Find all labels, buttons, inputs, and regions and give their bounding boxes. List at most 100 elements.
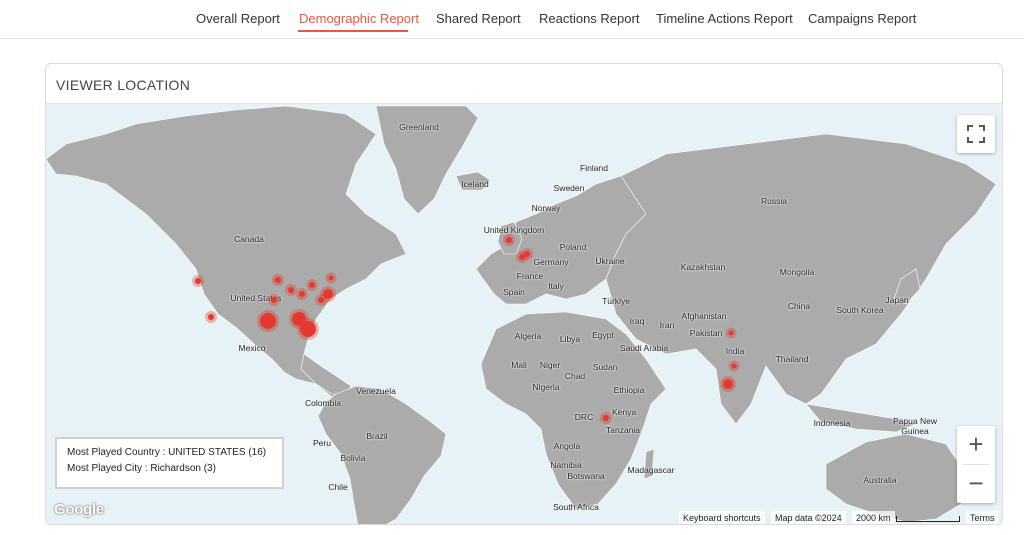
map-label-papua-new-guinea: Papua New Guinea [893, 416, 937, 436]
map-label-iraq: Iraq [629, 316, 645, 326]
map-label-south-korea: South Korea [836, 305, 884, 315]
map-label-indonesia: Indonesia [813, 418, 851, 428]
location-marker[interactable] [318, 297, 324, 303]
most-played-country: Most Played Country : UNITED STATES (16) [67, 447, 267, 458]
map-label-germany: Germany [533, 257, 569, 267]
map-label-south-africa: South Africa [553, 502, 599, 512]
map-label-mali: Mali [511, 360, 527, 370]
map-label-egypt: Egypt [592, 330, 614, 340]
fullscreen-button[interactable] [957, 115, 995, 153]
tab-shared-report[interactable]: Shared Report [436, 11, 521, 26]
asia-shape [605, 133, 997, 425]
map-label-japan: Japan [885, 295, 909, 305]
map-label-tanzania: Tanzania [605, 425, 641, 435]
card-title: VIEWER LOCATION [56, 77, 191, 93]
tab-demographic-report[interactable]: Demographic Report [299, 11, 419, 26]
location-marker[interactable] [299, 291, 305, 297]
map-label-china: China [787, 301, 811, 311]
zoom-controls: + − [957, 426, 995, 503]
map-label-italy: Italy [548, 281, 564, 291]
scale-bar [896, 516, 960, 522]
map-label-madagascar: Madagascar [627, 465, 675, 475]
location-marker[interactable] [275, 277, 281, 283]
location-marker[interactable] [300, 321, 316, 337]
map-label-botswana: Botswana [567, 471, 605, 481]
location-marker[interactable] [524, 251, 530, 257]
location-marker[interactable] [728, 330, 734, 336]
map-label-angola: Angola [553, 441, 581, 451]
location-marker[interactable] [603, 415, 609, 421]
scale-label: 2000 km [852, 511, 895, 524]
play-summary-box: Most Played Country : UNITED STATES (16)… [55, 437, 284, 489]
map-label-ethiopia: Ethiopia [613, 385, 645, 395]
map-label-afghanistan: Afghanistan [681, 311, 727, 321]
location-marker[interactable] [328, 275, 334, 281]
map-label-spain: Spain [503, 287, 525, 297]
map-label-colombia: Colombia [305, 398, 341, 408]
map-label-india: India [725, 346, 745, 356]
map-label-poland: Poland [559, 242, 587, 252]
map-label-sweden: Sweden [553, 183, 585, 193]
map-label-iran: Iran [659, 320, 675, 330]
map-label-pakistan: Pakistan [689, 328, 723, 338]
viewer-location-card: VIEWER LOCATION Greenland Iceland Finlan… [45, 63, 1003, 525]
map-label-sudan: Sudan [592, 362, 618, 372]
report-tabs: Overall Report Demographic Report Shared… [0, 0, 1024, 39]
map-label-iceland: Iceland [461, 179, 489, 189]
location-marker[interactable] [506, 237, 512, 243]
map-label-kenya: Kenya [611, 407, 637, 417]
location-marker[interactable] [260, 313, 276, 329]
card-header: VIEWER LOCATION [46, 64, 1002, 104]
map-label-drc: DRC [574, 412, 594, 422]
map-label-australia: Australia [863, 475, 897, 485]
zoom-in-button[interactable]: + [957, 426, 995, 464]
map-label-chile: Chile [328, 482, 348, 492]
fullscreen-icon [967, 125, 985, 143]
map-label-canada: Canada [234, 234, 264, 244]
map-label-turkiye: Türkiye [602, 296, 630, 306]
location-marker[interactable] [288, 287, 294, 293]
terms-link[interactable]: Terms [966, 511, 999, 524]
world-map[interactable]: Greenland Iceland Finland Sweden Norway … [46, 104, 1002, 524]
map-data-credit: Map data ©2024 [771, 511, 846, 524]
location-marker[interactable] [309, 282, 315, 288]
map-label-peru: Peru [313, 438, 331, 448]
tab-timeline-actions-report[interactable]: Timeline Actions Report [656, 11, 793, 26]
map-label-niger: Niger [539, 360, 561, 370]
location-marker[interactable] [195, 278, 201, 284]
map-label-saudi-arabia: Saudi Arabia [619, 343, 669, 353]
map-label-venezuela: Venezuela [356, 386, 396, 396]
map-label-namibia: Namibia [550, 460, 582, 470]
map-label-algeria: Algeria [514, 331, 542, 341]
map-label-chad: Chad [564, 371, 586, 381]
active-tab-indicator [298, 30, 408, 32]
tab-overall-report[interactable]: Overall Report [196, 11, 280, 26]
map-label-mexico: Mexico [238, 343, 266, 353]
map-label-libya: Libya [559, 334, 581, 344]
map-label-thailand: Thailand [775, 354, 809, 364]
location-marker[interactable] [208, 314, 214, 320]
map-label-nigeria: Nigeria [532, 382, 560, 392]
map-label-ukraine: Ukraine [595, 256, 625, 266]
map-label-norway: Norway [531, 203, 561, 213]
google-logo: Google [54, 501, 104, 518]
map-label-kazakhstan: Kazakhstan [680, 262, 726, 272]
tab-reactions-report[interactable]: Reactions Report [539, 11, 639, 26]
most-played-city: Most Played City : Richardson (3) [67, 463, 216, 474]
map-label-finland: Finland [580, 163, 608, 173]
location-marker[interactable] [723, 379, 733, 389]
map-label-france: France [516, 271, 544, 281]
location-marker[interactable] [271, 297, 277, 303]
location-marker[interactable] [323, 289, 333, 299]
map-label-greenland: Greenland [399, 122, 439, 132]
zoom-out-button[interactable]: − [957, 465, 995, 503]
central-america-shape [300, 353, 352, 395]
keyboard-shortcuts-link[interactable]: Keyboard shortcuts [679, 511, 765, 524]
map-label-bolivia: Bolivia [340, 453, 366, 463]
tab-campaigns-report[interactable]: Campaigns Report [808, 11, 916, 26]
location-marker[interactable] [731, 363, 737, 369]
north-america-shape [46, 105, 407, 398]
map-label-mongolia: Mongolia [779, 267, 815, 277]
map-label-united-kingdom: United Kingdom [483, 225, 545, 235]
map-label-brazil: Brazil [366, 431, 388, 441]
